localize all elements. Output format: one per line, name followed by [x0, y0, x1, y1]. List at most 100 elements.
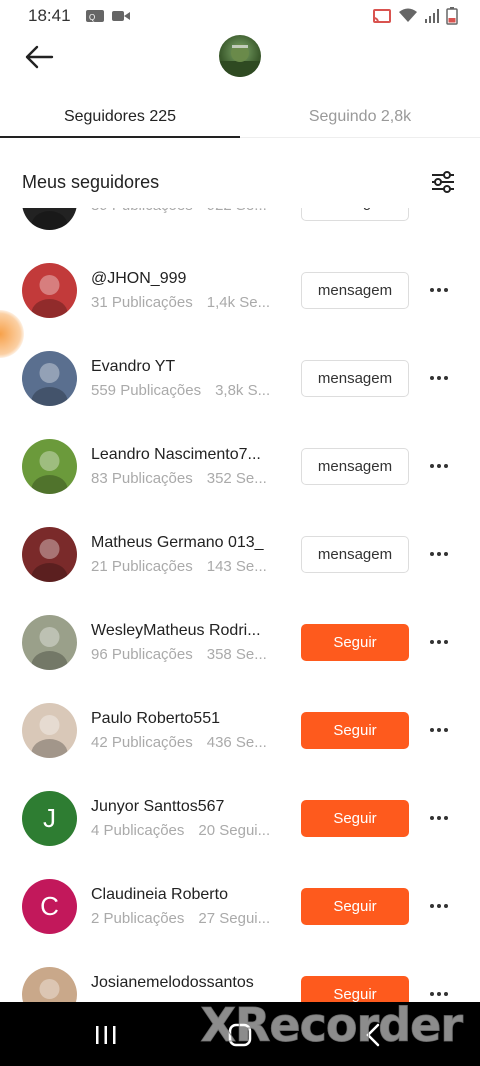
- posts-count: 83 Publicações: [91, 469, 193, 487]
- avatar-initial: C: [40, 890, 59, 921]
- follower-stats: 89 Publicações 922 Se...: [91, 208, 281, 214]
- followers-count: 352 Se...: [206, 469, 267, 487]
- signal-icon: [425, 9, 439, 23]
- follower-name[interactable]: Claudineia Roberto: [91, 886, 281, 904]
- followers-count: 27 Segui...: [198, 909, 271, 927]
- follower-row[interactable]: 89 Publicações 922 Se... mensagem: [0, 208, 480, 246]
- message-button[interactable]: mensagem: [301, 271, 409, 309]
- avatar-photo: [39, 978, 60, 999]
- follower-avatar[interactable]: [22, 702, 77, 758]
- more-options-icon[interactable]: [424, 891, 454, 921]
- follower-info: Matheus Germano 013_ 21 Publicações 143 Se…: [91, 534, 281, 575]
- avatar-photo: [31, 274, 68, 318]
- follower-row[interactable]: @JHON_999 31 Publicações 1,4k Se... mensage…: [0, 246, 480, 334]
- followers-count: 436 Se...: [206, 733, 267, 751]
- message-button[interactable]: mensagem: [301, 535, 409, 573]
- follow-button[interactable]: Seguir: [301, 799, 409, 837]
- follower-avatar[interactable]: [22, 262, 77, 318]
- follower-stats: 31 Publicações 1,4k Se...: [91, 294, 281, 311]
- follower-name[interactable]: WesleyMatheus Rodri...: [91, 622, 281, 640]
- followers-list[interactable]: 89 Publicações922 Se...mensagem@JHON_999…: [0, 208, 480, 1002]
- avatar-photo: [31, 714, 68, 758]
- profile-avatar[interactable]: [219, 35, 261, 77]
- message-button[interactable]: mensagem: [301, 447, 409, 485]
- follower-avatar[interactable]: [22, 966, 77, 1002]
- follower-row[interactable]: Matheus Germano 013_ 21 Publicações 143 Se…: [0, 510, 480, 598]
- recent-apps-icon: [96, 1026, 116, 1044]
- follower-row[interactable]: Evandro YT 559 Publicações 3,8k S... mensag…: [0, 334, 480, 422]
- follower-stats: 42 Publicações 436 Se...: [91, 734, 281, 751]
- cast-notification-icon: Q: [85, 10, 104, 22]
- follower-info: Claudineia Roberto 2 Publicações 27 Segui.…: [91, 886, 281, 927]
- follower-avatar[interactable]: [22, 438, 77, 494]
- posts-count: 42 Publicações: [91, 733, 193, 751]
- follower-row[interactable]: J Junyor Santtos567 4 Publicações 20 Segui.…: [0, 774, 480, 862]
- follower-row[interactable]: WesleyMatheus Rodri... 96 Publicações 358 …: [0, 598, 480, 686]
- more-options-icon[interactable]: [424, 275, 454, 305]
- follower-avatar[interactable]: [22, 614, 77, 670]
- more-options-icon[interactable]: [424, 451, 454, 481]
- follower-stats: 83 Publicações 352 Se...: [91, 470, 281, 487]
- avatar-initial: J: [43, 802, 56, 833]
- more-options-icon[interactable]: [424, 715, 454, 745]
- follower-info: Junyor Santtos567 4 Publicações 20 Segui..…: [91, 798, 281, 839]
- posts-count: 2 Publicações: [91, 909, 185, 927]
- message-button[interactable]: mensagem: [301, 208, 409, 221]
- sliders-icon: [432, 171, 454, 193]
- follower-row[interactable]: Josianemelodossantos Seguir: [0, 950, 480, 1002]
- follower-info: Leandro Nascimento7... 83 Publicações 352 …: [91, 446, 281, 487]
- follower-stats: 96 Publicações 358 Se...: [91, 646, 281, 663]
- recent-apps-button[interactable]: [86, 1020, 126, 1050]
- wifi-icon: [399, 8, 417, 22]
- follower-stats: 21 Publicações 143 Se...: [91, 558, 281, 575]
- profile-avatar-image: [219, 44, 261, 77]
- tab-followers[interactable]: Seguidores 225: [0, 96, 240, 138]
- posts-count: 96 Publicações: [91, 645, 193, 663]
- follower-avatar[interactable]: C: [22, 878, 77, 934]
- follower-info: WesleyMatheus Rodri... 96 Publicações 358 …: [91, 622, 281, 663]
- recorder-watermark: XRecorder: [200, 998, 463, 1053]
- follower-avatar[interactable]: [22, 526, 77, 582]
- section-title: Meus seguidores: [22, 171, 160, 192]
- avatar-photo: [31, 362, 68, 406]
- back-button[interactable]: [20, 38, 58, 76]
- follower-name[interactable]: Evandro YT: [91, 358, 281, 376]
- status-time: 18:41: [28, 6, 71, 25]
- follower-avatar[interactable]: [22, 350, 77, 406]
- posts-count: 89 Publicações: [91, 208, 193, 214]
- more-options-icon[interactable]: [424, 363, 454, 393]
- follower-name[interactable]: @JHON_999: [91, 270, 281, 288]
- followers-count: 358 Se...: [206, 645, 267, 663]
- follower-row[interactable]: Paulo Roberto551 42 Publicações 436 Se... S…: [0, 686, 480, 774]
- follow-button[interactable]: Seguir: [301, 623, 409, 661]
- follower-info: Evandro YT 559 Publicações 3,8k S...: [91, 358, 281, 399]
- followers-count: 143 Se...: [206, 557, 267, 575]
- filter-button[interactable]: [428, 167, 458, 197]
- follower-row[interactable]: C Claudineia Roberto 2 Publicações 27 Segui…: [0, 862, 480, 950]
- followers-tabs: Seguidores 225 Seguindo 2,8k: [0, 96, 480, 138]
- follower-avatar[interactable]: [22, 208, 77, 230]
- tab-following[interactable]: Seguindo 2,8k: [240, 96, 480, 137]
- follower-name[interactable]: Josianemelodossantos: [91, 974, 281, 992]
- follower-name[interactable]: Junyor Santtos567: [91, 798, 281, 816]
- follower-info: 89 Publicações 922 Se...: [91, 208, 281, 214]
- posts-count: 21 Publicações: [91, 557, 193, 575]
- message-button[interactable]: mensagem: [301, 359, 409, 397]
- follower-name[interactable]: Leandro Nascimento7...: [91, 446, 281, 464]
- follower-row[interactable]: Leandro Nascimento7... 83 Publicações 352 …: [0, 422, 480, 510]
- more-options-icon[interactable]: [424, 208, 454, 217]
- follower-avatar[interactable]: J: [22, 790, 77, 846]
- follower-name[interactable]: Matheus Germano 013_: [91, 534, 281, 552]
- follower-name[interactable]: Paulo Roberto551: [91, 710, 281, 728]
- svg-text:Q: Q: [89, 13, 95, 22]
- posts-count: 31 Publicações: [91, 293, 193, 311]
- followers-count: 922 Se...: [207, 208, 267, 214]
- arrow-left-icon: [25, 45, 54, 69]
- avatar-photo: [31, 626, 68, 670]
- follow-button[interactable]: Seguir: [301, 711, 409, 749]
- more-options-icon[interactable]: [424, 539, 454, 569]
- follower-stats: 559 Publicações 3,8k S...: [91, 382, 281, 399]
- more-options-icon[interactable]: [424, 627, 454, 657]
- more-options-icon[interactable]: [424, 803, 454, 833]
- follow-button[interactable]: Seguir: [301, 887, 409, 925]
